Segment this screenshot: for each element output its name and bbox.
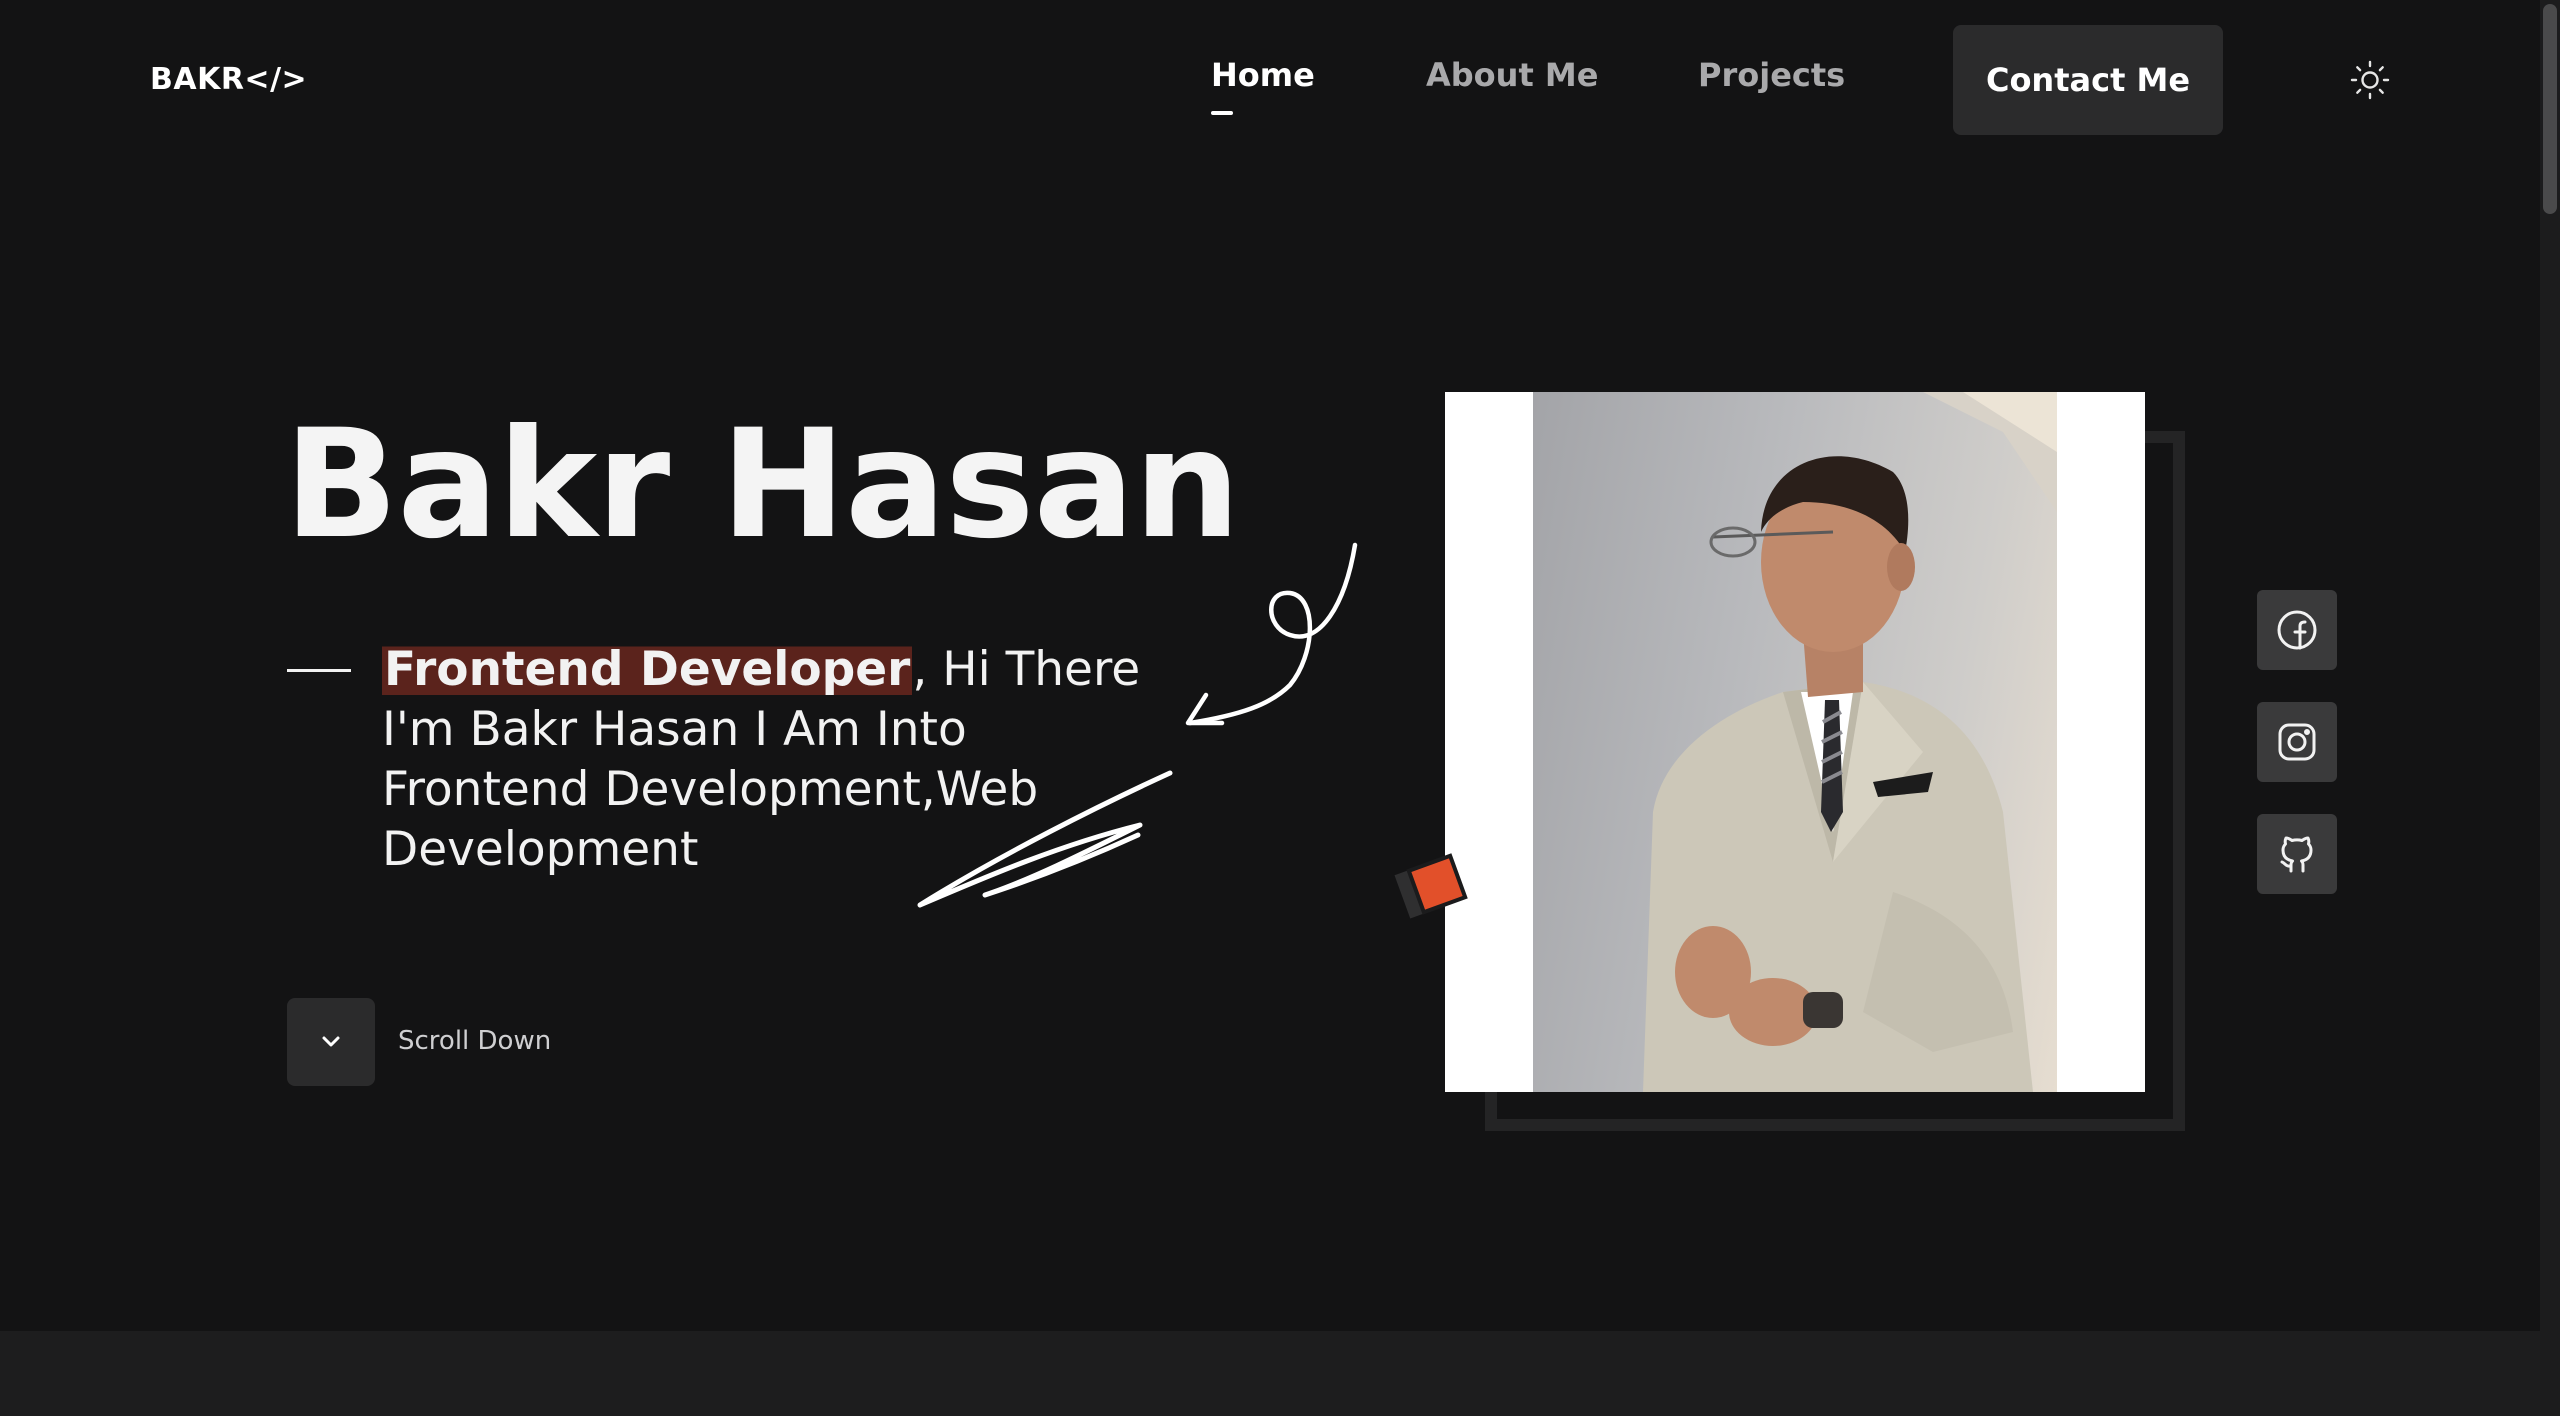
nav-home[interactable]: Home [1211, 56, 1315, 94]
github-link[interactable] [2257, 814, 2337, 894]
profile-photo [1445, 392, 2145, 1092]
portfolio-page: BAKR</> Home About Me Projects Contact M… [0, 0, 2560, 1416]
github-icon [2280, 836, 2313, 873]
site-logo[interactable]: BAKR</> [150, 62, 307, 97]
contact-me-button[interactable]: Contact Me [1953, 25, 2223, 135]
instagram-icon [2278, 723, 2316, 761]
orange-square-decoration [1394, 853, 1468, 919]
underline-scribble-decoration [917, 770, 1173, 908]
theme-toggle-button[interactable] [2348, 58, 2392, 102]
facebook-icon [2277, 610, 2317, 650]
hero-name: Bakr Hasan [284, 398, 1241, 572]
instagram-link[interactable] [2257, 702, 2337, 782]
curly-arrow-decoration [1185, 542, 1358, 726]
chevron-down-icon [322, 1036, 340, 1047]
sun-icon [2350, 60, 2390, 100]
scroll-down-button[interactable] [287, 998, 375, 1086]
nav-about-me[interactable]: About Me [1426, 56, 1598, 94]
next-section-edge [0, 1331, 2540, 1416]
nav-projects[interactable]: Projects [1698, 56, 1845, 94]
profile-photo-image [1533, 392, 2057, 1092]
scrollbar-thumb[interactable] [2543, 4, 2557, 214]
role-highlight: Frontend Developer [382, 642, 913, 697]
tagline-dash [287, 669, 351, 672]
scroll-down-label: Scroll Down [398, 1026, 552, 1056]
page-scrollbar[interactable] [2540, 0, 2560, 1416]
nav-active-indicator [1211, 111, 1233, 115]
portrait-illustration [1643, 392, 2057, 1092]
facebook-link[interactable] [2257, 590, 2337, 670]
